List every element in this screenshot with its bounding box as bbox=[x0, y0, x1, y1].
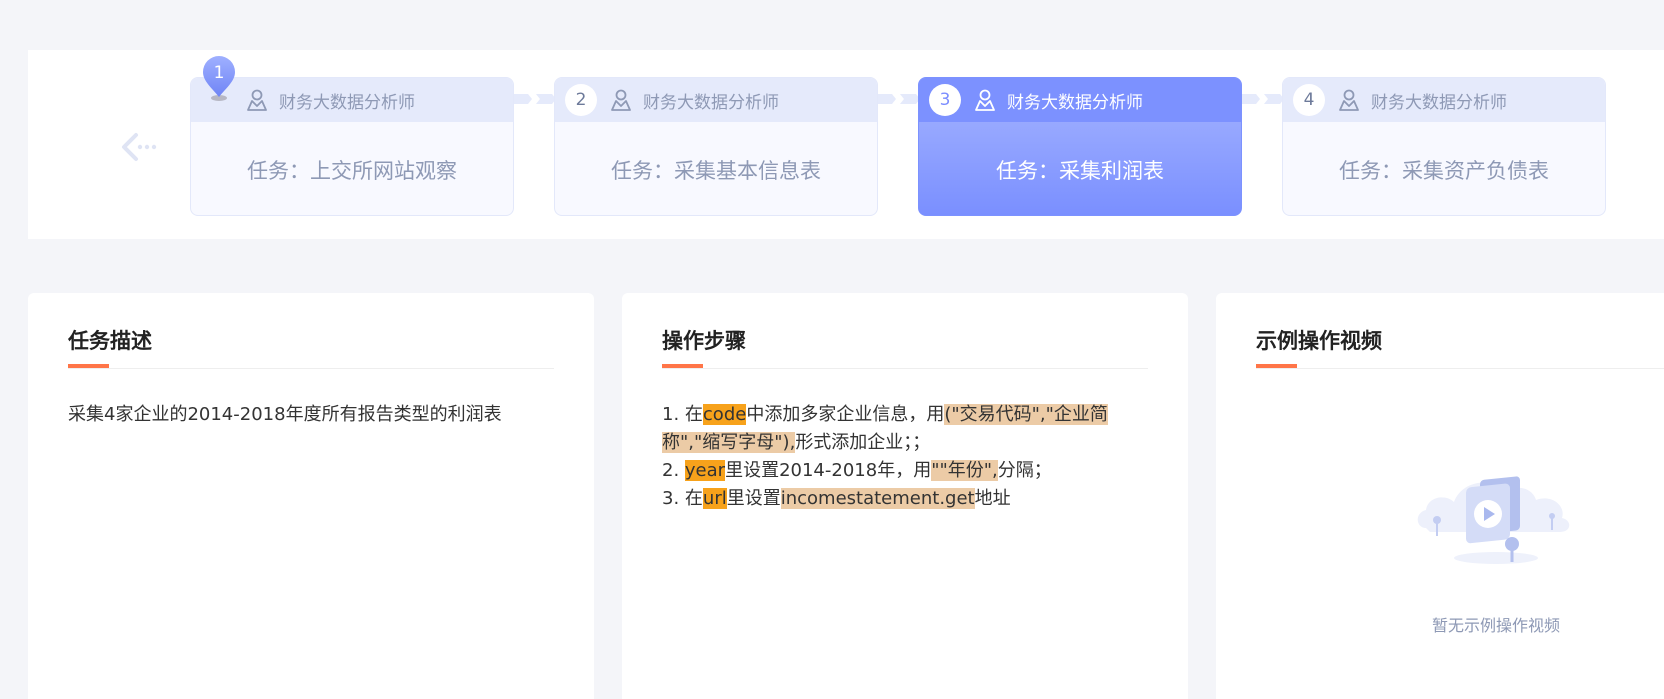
person-icon bbox=[247, 89, 267, 111]
step-task: 任务：采集资产负债表 bbox=[1339, 158, 1549, 183]
step-header: 2 财务大数据分析师 bbox=[555, 78, 877, 122]
operation-steps-card: 操作步骤 1. 在code中添加多家企业信息，用("交易代码","企业简称","… bbox=[622, 293, 1188, 699]
title-divider bbox=[662, 368, 1148, 369]
step-header: 1 财务大数据分析师 bbox=[191, 78, 513, 122]
highlight-keyword: year bbox=[684, 460, 726, 481]
title-accent-bar bbox=[68, 364, 109, 368]
step-number: 4 bbox=[1293, 84, 1325, 116]
highlight-keyword: code bbox=[702, 404, 747, 425]
step-role: 财务大数据分析师 bbox=[1007, 92, 1143, 113]
step-card-2[interactable]: 2 财务大数据分析师 任务：采集基本信息表 bbox=[554, 77, 878, 216]
example-video-card: 示例操作视频 暂无示例操作视频 bbox=[1216, 293, 1664, 699]
person-icon bbox=[611, 89, 631, 111]
step-header: 4 财务大数据分析师 bbox=[1283, 78, 1605, 122]
highlight-value: incomestatement.get bbox=[780, 488, 975, 509]
person-icon bbox=[1339, 89, 1359, 111]
highlight-value: ""年份", bbox=[931, 460, 998, 481]
person-icon bbox=[975, 89, 995, 111]
operation-step-2: 2. year里设置2014-2018年，用""年份",分隔； bbox=[662, 460, 1052, 481]
card-title: 操作步骤 bbox=[662, 329, 746, 353]
operation-step-3: 3. 在url里设置incomestatement.get地址 bbox=[662, 488, 1011, 509]
pin-step-number: 1 bbox=[214, 63, 225, 83]
title-divider bbox=[68, 368, 554, 369]
empty-video-illustration-icon bbox=[1417, 476, 1570, 564]
step-number: 2 bbox=[565, 84, 597, 116]
step-task: 任务：上交所网站观察 bbox=[247, 158, 457, 183]
step-card-4[interactable]: 4 财务大数据分析师 任务：采集资产负债表 bbox=[1282, 77, 1606, 216]
step-number: 3 bbox=[929, 84, 961, 116]
empty-video-state: 暂无示例操作视频 bbox=[1396, 458, 1596, 636]
title-accent-bar bbox=[1256, 364, 1297, 368]
card-title: 示例操作视频 bbox=[1256, 329, 1382, 353]
highlight-keyword: url bbox=[702, 488, 727, 509]
step-task: 任务：采集基本信息表 bbox=[611, 158, 821, 183]
step-role: 财务大数据分析师 bbox=[643, 92, 779, 113]
location-pin-icon: 1 bbox=[203, 56, 235, 101]
step-role: 财务大数据分析师 bbox=[279, 92, 415, 113]
empty-video-text: 暂无示例操作视频 bbox=[1431, 616, 1560, 635]
step-header: 3 财务大数据分析师 bbox=[919, 78, 1241, 122]
operation-steps-list: 1. 在code中添加多家企业信息，用("交易代码","企业简称","缩写字母"… bbox=[662, 401, 1148, 513]
card-title: 任务描述 bbox=[68, 329, 152, 353]
step-task: 任务：采集利润表 bbox=[996, 158, 1164, 183]
step-role: 财务大数据分析师 bbox=[1371, 92, 1507, 113]
task-stepper: 1 财务大数据分析师 任务：上交所网站观察 2 财务大数据分析师 任务：采集基本… bbox=[28, 50, 1664, 239]
title-accent-bar bbox=[662, 364, 703, 368]
task-description-text: 采集4家企业的2014-2018年度所有报告类型的利润表 bbox=[68, 404, 502, 425]
title-divider bbox=[1256, 368, 1664, 369]
step-card-3-active[interactable]: 3 财务大数据分析师 任务：采集利润表 bbox=[918, 77, 1242, 216]
back-arrow-icon[interactable] bbox=[118, 127, 158, 167]
task-description-card: 任务描述 采集4家企业的2014-2018年度所有报告类型的利润表 bbox=[28, 293, 594, 699]
operation-step-1: 1. 在code中添加多家企业信息，用("交易代码","企业简称","缩写字母"… bbox=[662, 404, 1108, 453]
